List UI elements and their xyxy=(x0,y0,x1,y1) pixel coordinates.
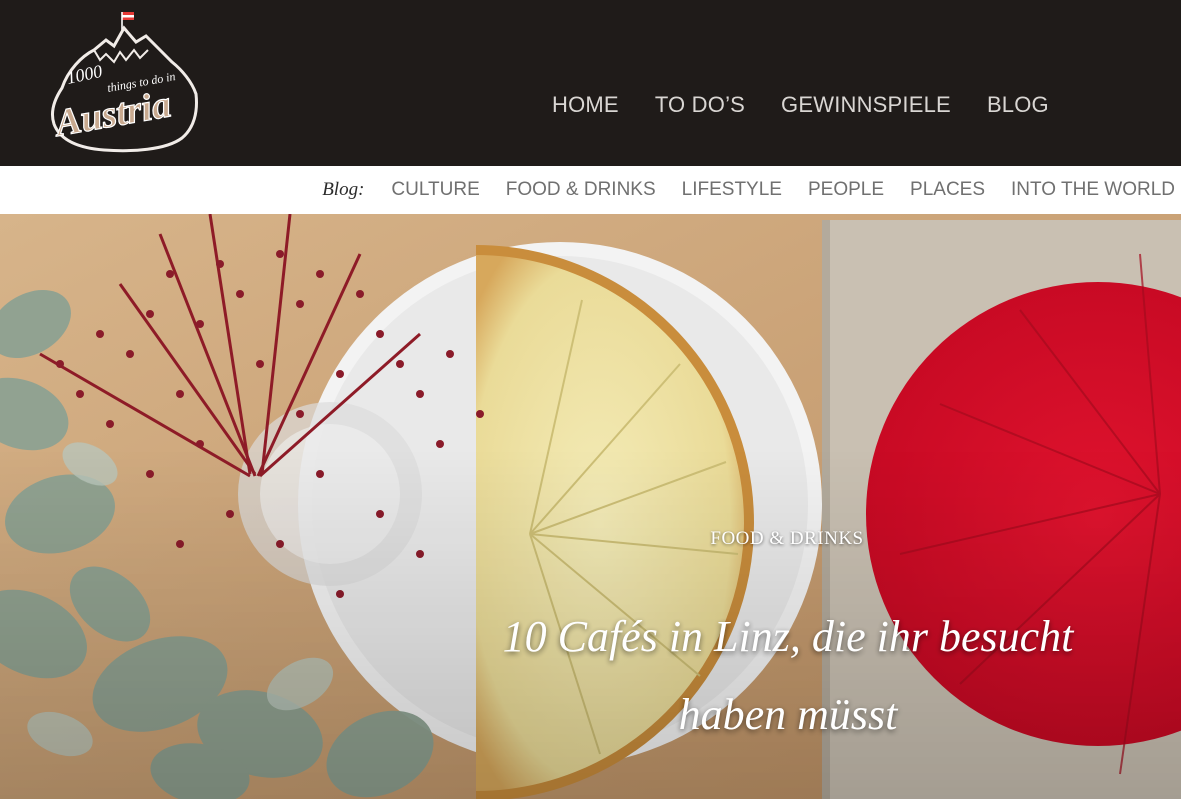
hero-headline-line1: 10 Cafés in Linz, die ihr besucht xyxy=(502,612,1074,661)
nav-blog[interactable]: BLOG xyxy=(969,88,1067,122)
main-navigation: HOME TO DO’S GEWINNSPIELE BLOG xyxy=(534,88,1067,122)
category-people[interactable]: PEOPLE xyxy=(808,179,884,201)
hero-banner[interactable]: FOOD & DRINKS 10 Cafés in Linz, die ihr … xyxy=(0,214,1181,799)
nav-todos[interactable]: TO DO’S xyxy=(637,88,763,122)
category-lifestyle[interactable]: LIFESTYLE xyxy=(682,179,782,201)
site-header: 1000 things to do in Austria HOME TO DO’… xyxy=(0,0,1181,166)
hero-headline-line2: haben müsst xyxy=(678,690,898,739)
svg-text:1000: 1000 xyxy=(65,61,104,88)
category-places[interactable]: PLACES xyxy=(910,179,985,201)
mountain-logo-icon: 1000 things to do in Austria xyxy=(50,12,198,153)
hero-category-link[interactable]: FOOD & DRINKS xyxy=(640,528,934,550)
blog-category-nav: Blog: CULTURE FOOD & DRINKS LIFESTYLE PE… xyxy=(322,166,1175,214)
nav-gewinnspiele[interactable]: GEWINNSPIELE xyxy=(763,88,969,122)
blog-category-bar: Blog: CULTURE FOOD & DRINKS LIFESTYLE PE… xyxy=(0,166,1181,214)
svg-text:Austria: Austria xyxy=(50,83,174,145)
category-culture[interactable]: CULTURE xyxy=(391,179,479,201)
site-logo[interactable]: 1000 things to do in Austria xyxy=(48,10,204,158)
category-into-the-world[interactable]: INTO THE WORLD xyxy=(1011,179,1175,201)
category-food-drinks[interactable]: FOOD & DRINKS xyxy=(506,179,656,201)
nav-home[interactable]: HOME xyxy=(534,88,637,122)
blog-label: Blog: xyxy=(322,179,365,200)
hero-headline[interactable]: 10 Cafés in Linz, die ihr besucht haben … xyxy=(440,598,1136,754)
